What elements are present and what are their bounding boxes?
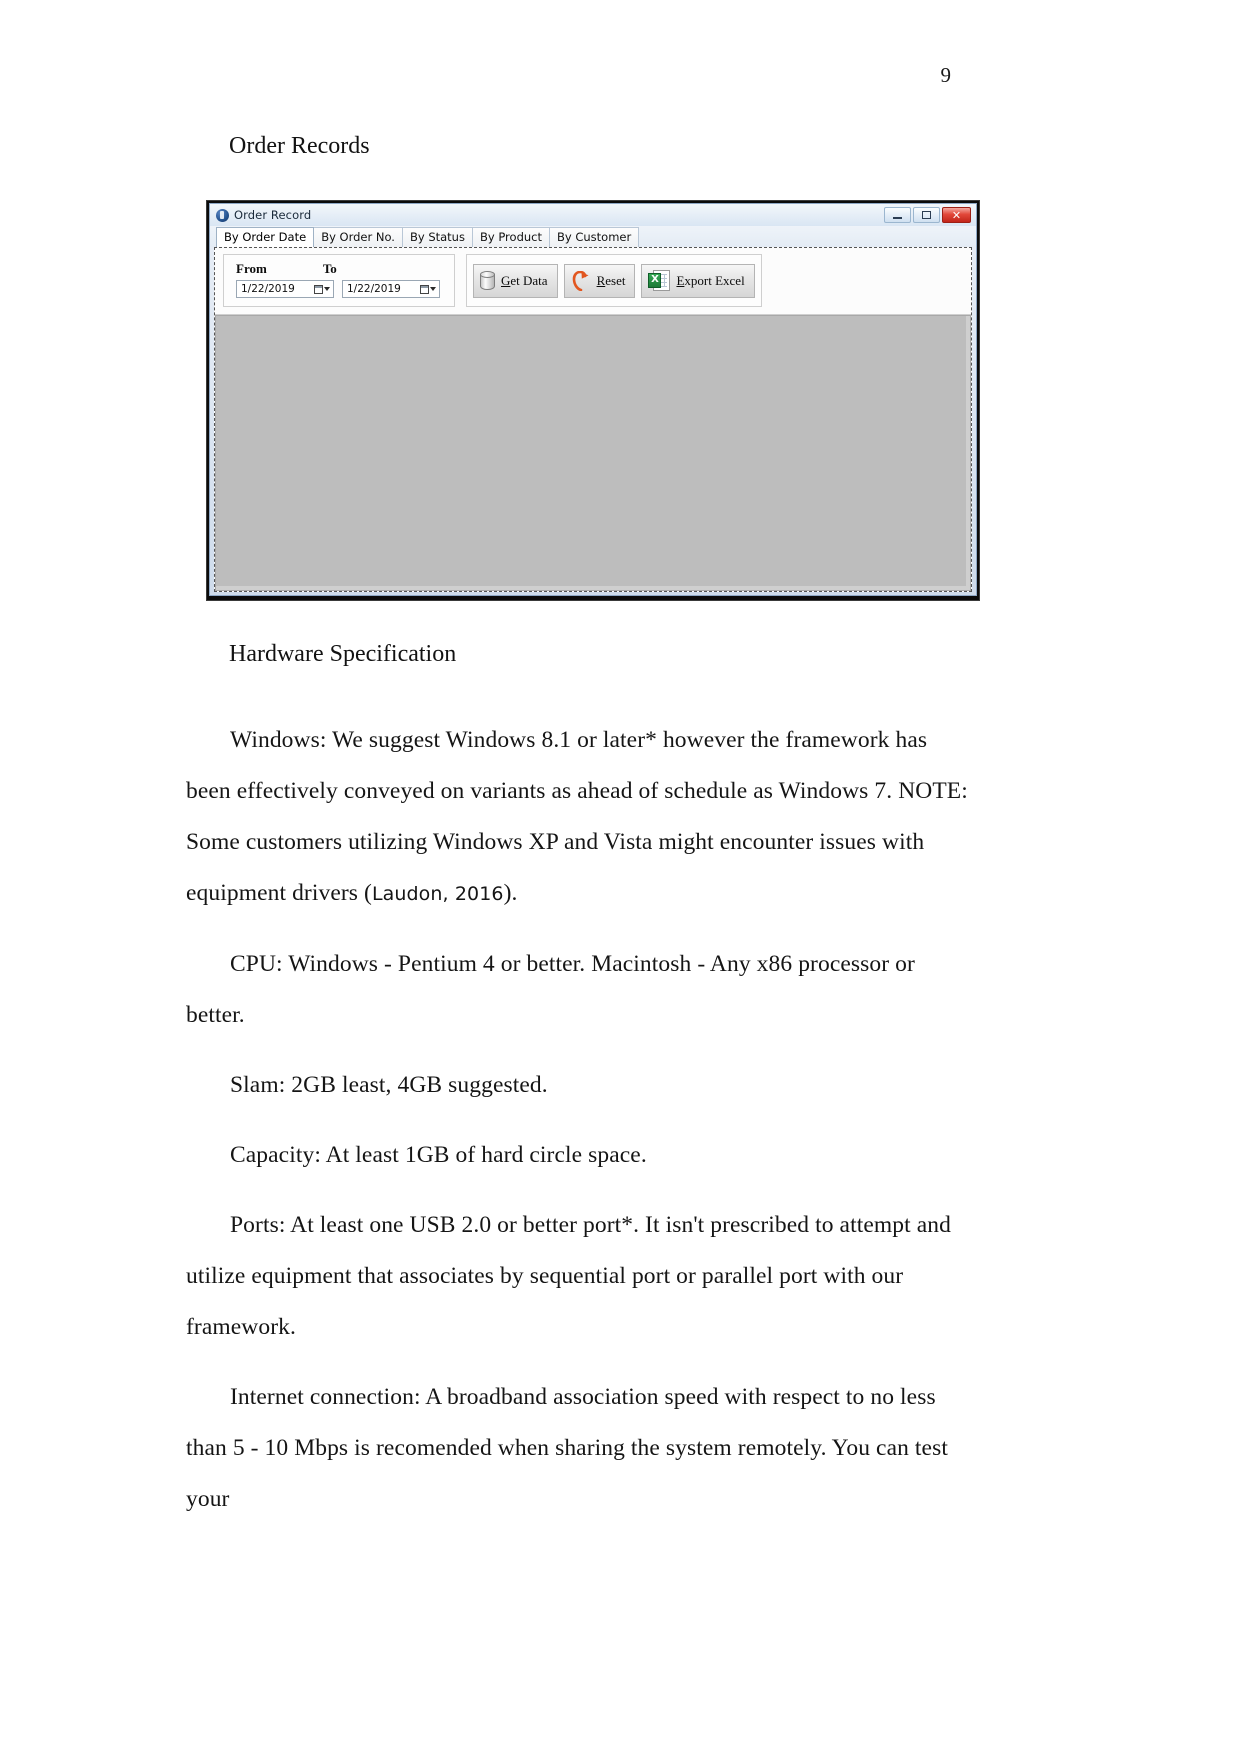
export-excel-label: Export Excel <box>676 272 745 288</box>
app-circle-icon <box>216 208 229 222</box>
document-page: 9 Order Records Order Record ✕ By Order … <box>0 0 1241 1754</box>
tab-by-order-no[interactable]: By Order No. <box>313 227 403 247</box>
maximize-icon <box>922 211 931 219</box>
tab-page-by-order-date: From To 1/22/2019 1/22/2019 Get Data Res… <box>214 247 972 592</box>
tab-by-product[interactable]: By Product <box>471 227 550 247</box>
tab-by-status[interactable]: By Status <box>401 227 473 247</box>
export-excel-button[interactable]: X Export Excel <box>641 263 755 298</box>
window-title: Order Record <box>234 208 312 222</box>
paragraph-cpu: CPU: Windows - Pentium 4 or better. Maci… <box>186 950 915 1028</box>
tab-strip: By Order Date By Order No. By Status By … <box>210 226 976 247</box>
date-inputs-row: 1/22/2019 1/22/2019 <box>236 280 444 298</box>
maximize-button[interactable] <box>913 207 940 223</box>
tab-by-customer[interactable]: By Customer <box>548 227 640 247</box>
window-controls: ✕ <box>884 207 974 223</box>
get-data-label: Get Data <box>501 272 548 288</box>
to-date-value: 1/22/2019 <box>347 283 401 295</box>
paragraph-capacity: Capacity: At least 1GB of hard circle sp… <box>230 1141 647 1168</box>
close-button[interactable]: ✕ <box>942 207 971 223</box>
calendar-icon <box>420 284 429 294</box>
minimize-icon <box>893 217 902 219</box>
vertical-scrollbar[interactable] <box>966 316 970 590</box>
get-data-button[interactable]: Get Data <box>473 263 558 298</box>
from-date-value: 1/22/2019 <box>241 283 295 295</box>
from-label: From <box>236 261 267 276</box>
chevron-down-icon <box>324 287 330 291</box>
order-data-grid[interactable] <box>215 315 971 591</box>
reset-label: Reset <box>596 272 626 288</box>
citation-laudon: Laudon, 2016 <box>371 882 504 905</box>
horizontal-scrollbar[interactable] <box>216 586 970 590</box>
window-titlebar: Order Record ✕ <box>210 204 976 226</box>
paragraph-internet: Internet connection: A broadband associa… <box>186 1383 948 1512</box>
reset-button[interactable]: Reset <box>563 263 636 298</box>
to-date-picker[interactable]: 1/22/2019 <box>342 280 440 298</box>
date-range-group: From To 1/22/2019 1/22/2019 <box>223 254 455 307</box>
paragraph-ports: Ports: At least one USB 2.0 or better po… <box>186 1211 951 1340</box>
to-date-dropdown[interactable] <box>420 284 439 294</box>
to-label: To <box>322 261 337 276</box>
from-date-picker[interactable]: 1/22/2019 <box>236 280 334 298</box>
date-labels: From To <box>236 261 444 277</box>
page-number: 9 <box>940 63 952 87</box>
tab-by-order-date[interactable]: By Order Date <box>216 227 315 247</box>
database-icon <box>480 270 495 292</box>
excel-icon: X <box>648 269 671 292</box>
filter-toolbar: From To 1/22/2019 1/22/2019 Get Data Res… <box>215 248 971 315</box>
chevron-down-icon <box>430 287 436 291</box>
from-date-dropdown[interactable] <box>314 284 333 294</box>
caption-hardware-specification: Hardware Specification <box>229 641 457 667</box>
minimize-button[interactable] <box>884 207 911 223</box>
actions-group: Get Data Reset X Export Excel <box>466 254 762 307</box>
paragraph-windows: Windows: We suggest Windows 8.1 or later… <box>186 726 968 906</box>
refresh-arrow-icon <box>571 270 591 292</box>
paragraph-slam: Slam: 2GB least, 4GB suggested. <box>230 1071 548 1098</box>
caption-order-records: Order Records <box>229 133 370 159</box>
order-record-screenshot: Order Record ✕ By Order Date By Order No… <box>207 201 979 600</box>
calendar-icon <box>314 284 323 294</box>
window-resize-grip[interactable] <box>593 596 609 600</box>
app-window: Order Record ✕ By Order Date By Order No… <box>209 203 977 596</box>
